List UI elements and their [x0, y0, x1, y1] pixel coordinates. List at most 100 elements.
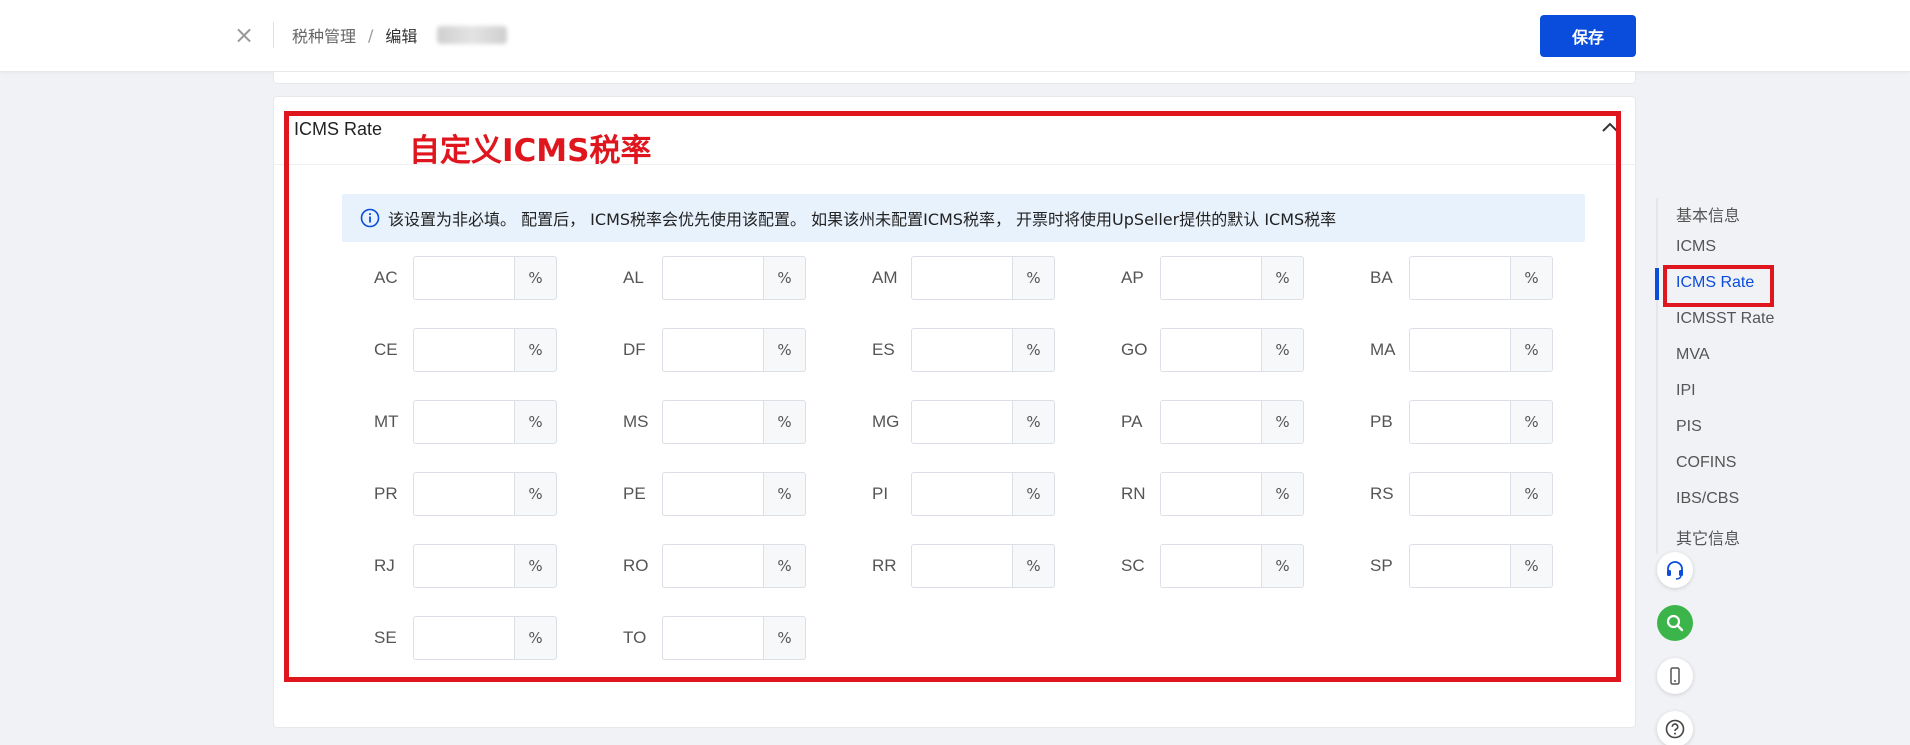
percent-suffix: %: [763, 544, 806, 588]
breadcrumb-tax-management[interactable]: 税种管理: [292, 23, 356, 47]
state-code-label: PB: [1370, 412, 1393, 431]
breadcrumb: 税种管理 / 编辑: [292, 22, 508, 48]
close-icon[interactable]: ×: [232, 20, 256, 50]
rate-field-pr: PR%: [374, 472, 557, 516]
info-icon: [360, 208, 380, 228]
rate-field-mg: MG%: [872, 400, 1055, 444]
percent-suffix: %: [514, 400, 557, 444]
rate-field-ms: MS%: [623, 400, 806, 444]
breadcrumb-edit: 编辑: [385, 27, 418, 46]
percent-suffix: %: [514, 328, 557, 372]
rate-field-ma: MA%: [1370, 328, 1553, 372]
percent-suffix: %: [514, 544, 557, 588]
rate-field-pi: PI%: [872, 472, 1055, 516]
percent-suffix: %: [514, 472, 557, 516]
percent-suffix: %: [1012, 328, 1055, 372]
state-code-label: AC: [374, 268, 398, 287]
rate-field-sp: SP%: [1370, 544, 1553, 588]
state-code-label: AM: [872, 268, 898, 287]
rate-input-ms[interactable]: [662, 400, 763, 444]
rate-field-rs: RS%: [1370, 472, 1553, 516]
rate-field-ap: AP%: [1121, 256, 1304, 300]
state-code-label: PE: [623, 484, 646, 503]
anchor-item-ipi[interactable]: IPI: [1676, 382, 1696, 400]
rate-input-mg[interactable]: [911, 400, 1012, 444]
rate-field-to: TO%: [623, 616, 806, 660]
state-code-label: MG: [872, 412, 900, 431]
rate-input-pr[interactable]: [413, 472, 514, 516]
rate-input-df[interactable]: [662, 328, 763, 372]
rate-input-ap[interactable]: [1160, 256, 1261, 300]
rate-input-go[interactable]: [1160, 328, 1261, 372]
percent-suffix: %: [763, 256, 806, 300]
rate-input-ac[interactable]: [413, 256, 514, 300]
rate-input-sp[interactable]: [1409, 544, 1510, 588]
percent-suffix: %: [514, 256, 557, 300]
state-code-label: AL: [623, 268, 644, 287]
breadcrumb-separator: /: [368, 25, 374, 45]
mobile-button[interactable]: [1657, 658, 1693, 694]
help-button[interactable]: [1657, 711, 1693, 745]
rate-input-rr[interactable]: [911, 544, 1012, 588]
anchor-item-icms-rate[interactable]: ICMS Rate: [1676, 274, 1754, 292]
rate-field-se: SE%: [374, 616, 557, 660]
percent-suffix: %: [1510, 544, 1553, 588]
rate-input-rj[interactable]: [413, 544, 514, 588]
rate-input-pb[interactable]: [1409, 400, 1510, 444]
rate-input-pe[interactable]: [662, 472, 763, 516]
customer-service-button[interactable]: [1657, 552, 1693, 588]
chevron-up-icon[interactable]: [1599, 117, 1621, 139]
rate-input-pa[interactable]: [1160, 400, 1261, 444]
rate-input-ma[interactable]: [1409, 328, 1510, 372]
rate-field-es: ES%: [872, 328, 1055, 372]
rate-field-rj: RJ%: [374, 544, 557, 588]
state-code-label: RS: [1370, 484, 1394, 503]
rate-field-ro: RO%: [623, 544, 806, 588]
percent-suffix: %: [763, 616, 806, 660]
anchor-item-icms[interactable]: ICMS: [1676, 238, 1716, 256]
card-header[interactable]: ICMS Rate 自定义ICMS税率: [274, 97, 1635, 169]
state-code-label: ES: [872, 340, 895, 359]
search-button[interactable]: [1657, 605, 1693, 641]
rate-field-ba: BA%: [1370, 256, 1553, 300]
state-code-label: PA: [1121, 412, 1143, 431]
anchor-item-pis[interactable]: PIS: [1676, 418, 1702, 436]
anchor-item-icmsst-rate[interactable]: ICMSST Rate: [1676, 310, 1774, 328]
rate-input-rs[interactable]: [1409, 472, 1510, 516]
anchor-item-cofins[interactable]: COFINS: [1676, 454, 1736, 472]
state-code-label: RO: [623, 556, 649, 575]
rate-input-se[interactable]: [413, 616, 514, 660]
anchor-item-mva[interactable]: MVA: [1676, 346, 1709, 364]
state-code-label: MS: [623, 412, 649, 431]
state-code-label: SP: [1370, 556, 1393, 575]
rate-input-rn[interactable]: [1160, 472, 1261, 516]
state-code-label: DF: [623, 340, 646, 359]
rate-field-rr: RR%: [872, 544, 1055, 588]
anchor-item-0[interactable]: 基本信息: [1676, 202, 1740, 226]
percent-suffix: %: [1012, 544, 1055, 588]
section-title: ICMS Rate: [294, 119, 383, 139]
top-header: × 税种管理 / 编辑 保存: [0, 0, 1910, 72]
rate-field-sc: SC%: [1121, 544, 1304, 588]
rate-input-am[interactable]: [911, 256, 1012, 300]
state-code-label: PR: [374, 484, 398, 503]
anchor-item-9[interactable]: 其它信息: [1676, 525, 1740, 549]
save-button[interactable]: 保存: [1540, 15, 1636, 57]
rate-input-es[interactable]: [911, 328, 1012, 372]
rate-input-ce[interactable]: [413, 328, 514, 372]
rate-input-pi[interactable]: [911, 472, 1012, 516]
rate-input-mt[interactable]: [413, 400, 514, 444]
rate-input-to[interactable]: [662, 616, 763, 660]
percent-suffix: %: [1261, 328, 1304, 372]
percent-suffix: %: [1012, 256, 1055, 300]
rate-input-ba[interactable]: [1409, 256, 1510, 300]
anchor-item-ibs-cbs[interactable]: IBS/CBS: [1676, 490, 1739, 508]
rate-input-sc[interactable]: [1160, 544, 1261, 588]
rate-input-al[interactable]: [662, 256, 763, 300]
rate-input-ro[interactable]: [662, 544, 763, 588]
percent-suffix: %: [514, 616, 557, 660]
percent-suffix: %: [1261, 400, 1304, 444]
percent-suffix: %: [1510, 400, 1553, 444]
state-code-label: GO: [1121, 340, 1148, 359]
state-code-label: AP: [1121, 268, 1144, 287]
